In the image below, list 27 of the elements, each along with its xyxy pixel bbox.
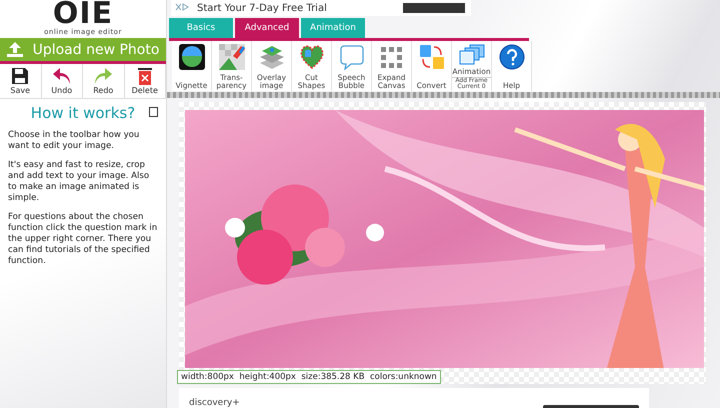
redo-arrow-icon <box>93 67 114 85</box>
trash-icon <box>136 67 153 85</box>
expand-arrows-icon <box>378 44 404 70</box>
ad-choices-icon[interactable] <box>175 3 189 13</box>
tab[interactable]: Advanced <box>235 18 299 38</box>
ad-text: Start Your 7-Day Free Trial <box>197 2 327 14</box>
image-info-label: width:800px height:400px size:385.28 KB colors:unknown <box>177 370 441 384</box>
help-icon <box>498 44 524 70</box>
logo-letters: OIE <box>52 0 114 28</box>
help-paragraph: It's easy and fast to resize, crop and add text to your image. Also to make an image animated is simple. <box>8 160 150 204</box>
convert-icon <box>418 44 444 70</box>
heart-icon <box>298 44 324 70</box>
ad-banner[interactable]: discovery+ <box>179 388 649 408</box>
info-icon[interactable] <box>149 107 158 117</box>
save-icon <box>11 67 30 85</box>
layers-icon <box>258 44 284 70</box>
globe-icon <box>178 44 204 70</box>
help-paragraph: For questions about the chosen function click the question mark in the upper right corner. There you can find tutorials of the specified function. <box>8 212 158 267</box>
upload-icon <box>6 42 23 57</box>
speech-bubble-icon <box>338 44 364 70</box>
help-heading: How it works? <box>30 104 136 122</box>
help-paragraph: Choose in the toolbar how you want to edit your image. <box>8 130 140 152</box>
transparency-icon <box>218 44 244 70</box>
undo-arrow-icon <box>52 67 72 85</box>
ad-banner[interactable]: Start Your 7-Day Free Trial <box>171 0 471 16</box>
ad-brand-text: discovery+ <box>189 398 240 408</box>
film-frames-icon <box>458 44 486 66</box>
